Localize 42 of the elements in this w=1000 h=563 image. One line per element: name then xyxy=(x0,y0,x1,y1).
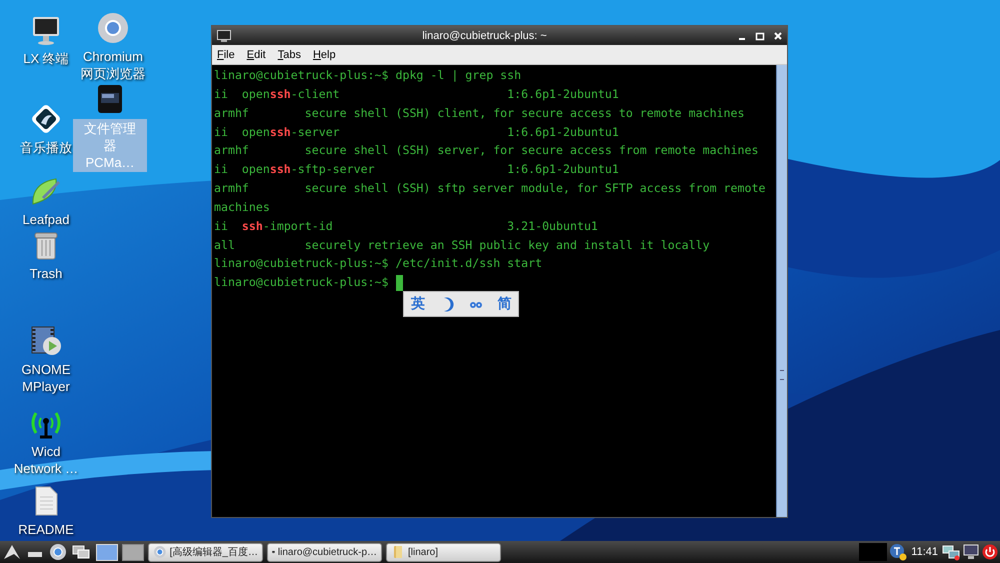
scrollbar[interactable] xyxy=(776,65,787,517)
terminal-line: ii openssh-sftp-server 1:6.6p1-2ubuntu1 xyxy=(214,161,620,178)
close-icon[interactable] xyxy=(773,30,783,40)
icon-label[interactable]: Leafpad xyxy=(22,211,70,228)
terminal-line: linaro@cubietruck-plus:~$ /etc/init.d/ssh start xyxy=(214,255,544,272)
ime-button[interactable]: 简 xyxy=(497,295,512,313)
terminal-line: ii ssh-import-id 3.21-0ubuntu1 xyxy=(214,218,599,235)
icon-label[interactable]: Wicd Network … xyxy=(8,443,84,477)
menu-item[interactable]: File xyxy=(217,48,235,60)
keyboard-badge-icon[interactable] xyxy=(889,543,908,561)
icon-label[interactable]: README xyxy=(17,521,75,538)
network-icon[interactable] xyxy=(942,543,960,561)
terminal-line: linaro@cubietruck-plus:~$ dpkg -l | grep ssh xyxy=(214,67,522,84)
film-play-icon[interactable] xyxy=(30,325,62,357)
workspace-button[interactable] xyxy=(122,544,144,560)
maximize-icon[interactable] xyxy=(755,30,765,40)
monitor-icon[interactable] xyxy=(962,543,980,561)
terminal-icon[interactable] xyxy=(216,28,232,42)
task-button[interactable]: [linaro] xyxy=(386,542,501,562)
folder-icon xyxy=(391,545,405,559)
round-logo-icon xyxy=(153,545,167,559)
terminal-line: armhf secure shell (SSH) sftp server module, for SFTP access from remote xyxy=(214,180,766,198)
ime-button[interactable]: 英 xyxy=(410,295,425,313)
terminal-line: armhf secure shell (SSH) client, for secure access to remote machines xyxy=(214,104,746,122)
menu-item[interactable]: Edit xyxy=(246,48,266,60)
terminal-line: machines xyxy=(214,198,271,216)
menu-item[interactable]: Tabs xyxy=(278,48,301,60)
icon-label[interactable]: GNOME MPlayer xyxy=(8,361,84,395)
terminal-line: ii openssh-server 1:6.6p1-2ubuntu1 xyxy=(214,124,620,141)
monitor-icon[interactable] xyxy=(30,14,62,46)
power-icon[interactable] xyxy=(982,544,998,560)
window-title: linaro@cubietruck-plus: ~ xyxy=(421,30,548,42)
task-button[interactable]: [高级编辑器_百度… xyxy=(148,542,263,562)
menu-item[interactable]: Help xyxy=(312,48,336,60)
terminal-line: ii openssh-client 1:6.6p1-2ubuntu1 xyxy=(214,86,620,103)
task-button[interactable]: linaro@cubietruck-p… xyxy=(267,542,382,562)
terminal-line: armhf secure shell (SSH) server, for secure access from remote machines xyxy=(214,142,760,160)
icon-label[interactable]: Trash xyxy=(28,265,64,282)
terminal-line: linaro@cubietruck-plus:~$ xyxy=(214,273,776,292)
clock[interactable]: 11:41 xyxy=(911,546,938,558)
round-logo-icon[interactable] xyxy=(48,542,68,562)
terminal-line: all securely retrieve an SSH public key and install it locally xyxy=(214,236,711,254)
